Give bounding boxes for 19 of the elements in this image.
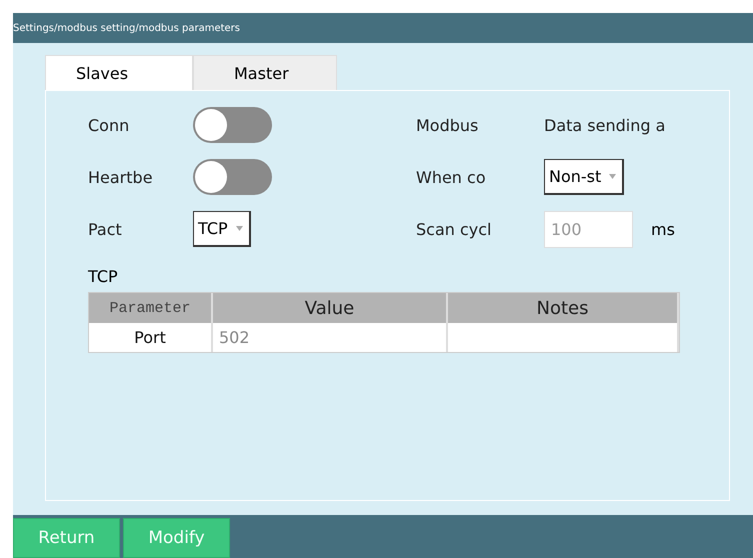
field-label: Heartbe (88, 168, 154, 186)
dropdown[interactable]: Non-st (544, 159, 624, 195)
column-header: Notes (448, 293, 679, 323)
field-label: Pact (88, 220, 123, 238)
column-header: Value (213, 293, 448, 323)
tab[interactable]: Slaves (45, 55, 193, 90)
tab[interactable]: Master (193, 55, 337, 90)
table-cell: 502 (213, 323, 448, 352)
field-label: When co (416, 168, 487, 186)
field-label: Scan cycl (416, 220, 492, 238)
breadcrumb: Settings/modbus setting/modbus parameters (13, 13, 753, 43)
section-title: TCP (88, 267, 119, 286)
field-label: Modbus (416, 116, 480, 134)
column-header: Parameter (89, 293, 213, 323)
value-text: Data sending a (544, 116, 666, 134)
table-cell: Port (89, 323, 213, 352)
unit-label: ms (651, 220, 675, 238)
field-label: Conn (88, 116, 130, 134)
dropdown[interactable]: TCP (193, 211, 251, 247)
